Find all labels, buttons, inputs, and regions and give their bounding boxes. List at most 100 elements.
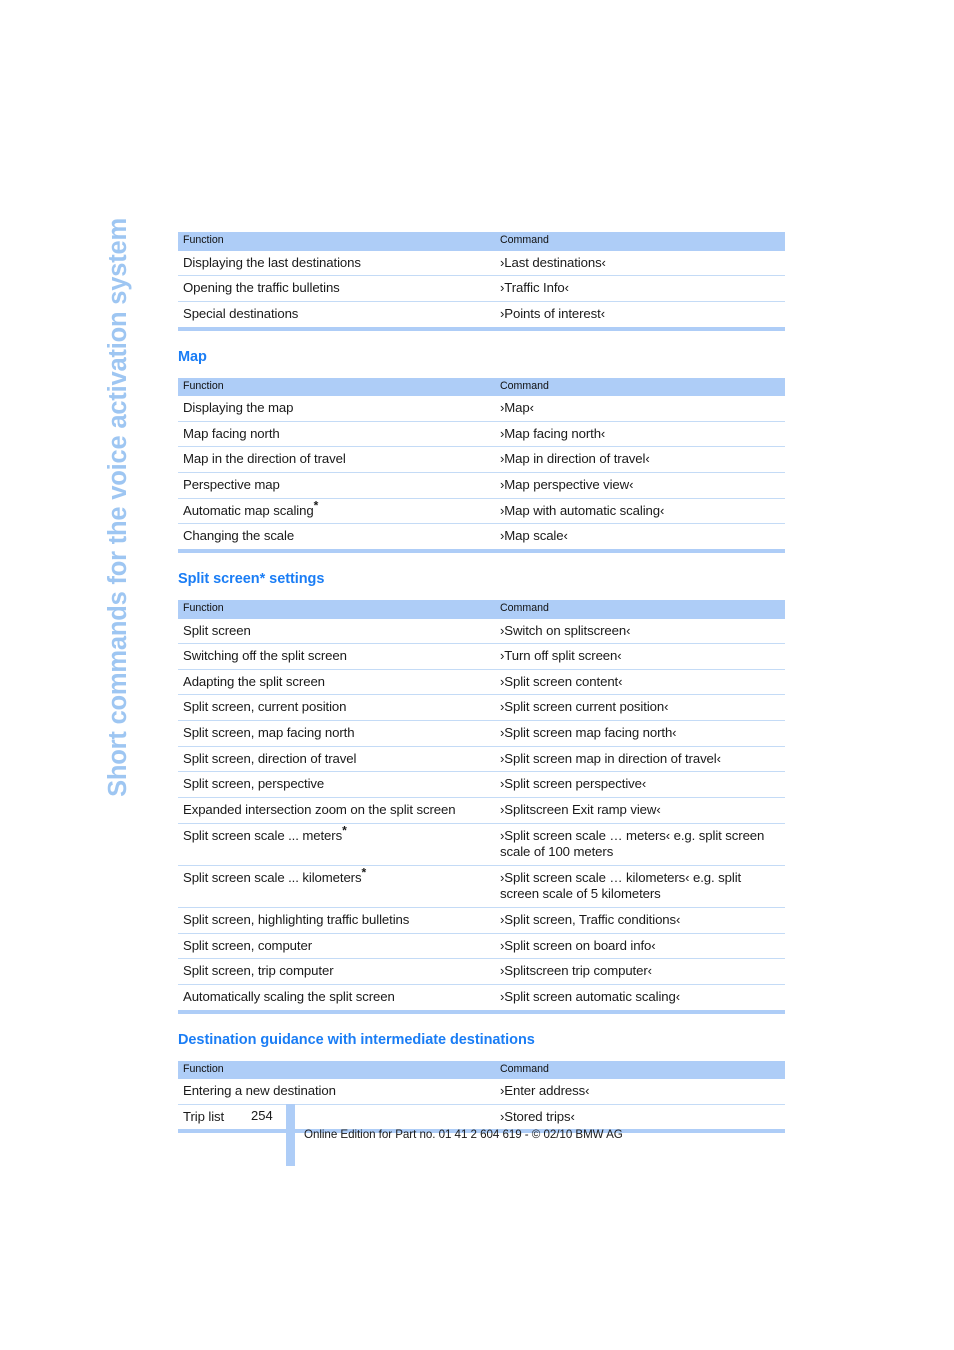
table-row: Special destinations ›Points of interest‹ bbox=[178, 300, 785, 327]
table-header-row: Function Command bbox=[178, 599, 785, 619]
function-text: Automatic map scaling bbox=[183, 502, 314, 518]
table-header-row: Function Command bbox=[178, 377, 785, 397]
cell-command: ›Traffic Info‹ bbox=[493, 275, 785, 302]
cell-function: Split screen bbox=[178, 619, 493, 644]
table-row: Split screen, computer ›Split screen on b… bbox=[178, 932, 785, 959]
table-row: Expanded intersection zoom on the split … bbox=[178, 796, 785, 824]
table-row: Automatically scaling the split screen ›S… bbox=[178, 983, 785, 1010]
chapter-tab: Short commands for the voice activation … bbox=[0, 0, 175, 960]
footer-edition-text: Online Edition for Part no. 01 41 2 604 … bbox=[304, 1128, 623, 1141]
section-heading-map-table: Map bbox=[178, 348, 207, 365]
table-row: Split screen scale ... kilometers* ›Split… bbox=[178, 864, 785, 908]
function-text: Split screen, computer bbox=[183, 937, 312, 953]
command-text: ›Split screen scale … meters‹ e.g. split… bbox=[500, 827, 765, 860]
table-row: Split screen, trip computer ›Splitscreen … bbox=[178, 958, 785, 985]
column-header-command: Command bbox=[493, 232, 785, 251]
table-row: Displaying the last destinations ›Last de… bbox=[178, 251, 785, 276]
cell-function: Automatically scaling the split screen bbox=[178, 983, 493, 1010]
command-text: ›Split screen, Traffic conditions‹ bbox=[500, 912, 681, 928]
table-row: Map in the direction of travel ›Map in di… bbox=[178, 446, 785, 473]
table-row: Split screen, direction of travel ›Split … bbox=[178, 745, 785, 772]
cell-command: ›Split screen perspective‹ bbox=[493, 771, 785, 798]
function-text: Changing the scale bbox=[183, 528, 295, 544]
destinations-table: Function Command Displaying the last desti… bbox=[178, 232, 785, 327]
command-text: ›Turn off split screen‹ bbox=[500, 648, 622, 664]
function-text: Opening the traffic bulletins bbox=[183, 280, 340, 296]
cell-function: Split screen scale ... meters* bbox=[178, 822, 493, 866]
cell-function: Opening the traffic bulletins bbox=[178, 275, 493, 302]
chapter-title: Short commands for the voice activation … bbox=[104, 218, 132, 797]
command-text: ›Split screen perspective‹ bbox=[500, 776, 647, 792]
command-text: ›Switch on splitscreen‹ bbox=[500, 622, 631, 638]
cell-command: ›Split screen content‹ bbox=[493, 668, 785, 695]
optional-equipment-asterisk: * bbox=[313, 498, 319, 513]
cell-command: ›Split screen scale … kilometers‹ e.g. s… bbox=[493, 864, 785, 908]
function-text: Split screen scale ... kilometers bbox=[183, 869, 362, 885]
table-row: Changing the scale ›Map scale‹ bbox=[178, 523, 785, 549]
table-row: Adapting the split screen ›Split screen c… bbox=[178, 668, 785, 695]
function-text: Split screen scale ... meters bbox=[183, 827, 343, 843]
cell-function: Split screen, computer bbox=[178, 932, 493, 959]
function-text: Map facing north bbox=[183, 425, 280, 441]
table-header-row: Function Command bbox=[178, 1060, 785, 1080]
optional-equipment-asterisk: * bbox=[361, 865, 367, 880]
command-text: ›Split screen content‹ bbox=[500, 673, 623, 689]
cell-function: Map in the direction of travel bbox=[178, 446, 493, 473]
function-text: Split screen, perspective bbox=[183, 776, 325, 792]
table-row: Split screen, perspective ›Split screen p… bbox=[178, 771, 785, 798]
cell-command: ›Map perspective view‹ bbox=[493, 472, 785, 499]
table-row: Map facing north ›Map facing north‹ bbox=[178, 420, 785, 447]
cell-function: Split screen, current position bbox=[178, 694, 493, 721]
command-text: ›Map with automatic scaling‹ bbox=[500, 502, 665, 518]
cell-function: Expanded intersection zoom on the split … bbox=[178, 796, 493, 824]
function-text: Entering a new destination bbox=[183, 1083, 336, 1099]
command-text: ›Traffic Info‹ bbox=[500, 280, 569, 296]
command-text: ›Split screen automatic scaling‹ bbox=[500, 988, 681, 1004]
command-text: ›Points of interest‹ bbox=[500, 305, 606, 321]
cell-command: ›Split screen, Traffic conditions‹ bbox=[493, 907, 785, 934]
cell-function: Special destinations bbox=[178, 300, 493, 327]
table-row: Entering a new destination ›Enter address… bbox=[178, 1079, 785, 1104]
cell-function: Adapting the split screen bbox=[178, 668, 493, 695]
function-text: Displaying the map bbox=[183, 400, 294, 416]
command-text: ›Map facing north‹ bbox=[500, 425, 606, 441]
function-text: Special destinations bbox=[183, 305, 299, 321]
command-text: ›Split screen map facing north‹ bbox=[500, 725, 677, 741]
cell-command: ›Switch on splitscreen‹ bbox=[493, 619, 785, 644]
cell-function: Map facing north bbox=[178, 420, 493, 447]
cell-command: ›Split screen automatic scaling‹ bbox=[493, 983, 785, 1010]
heading-text: Split screen bbox=[178, 570, 260, 587]
command-text: ›Map in direction of travel‹ bbox=[500, 451, 650, 467]
cell-command: ›Enter address‹ bbox=[493, 1079, 785, 1104]
page-number: 254 bbox=[251, 1108, 273, 1123]
column-header-command: Command bbox=[493, 1060, 785, 1080]
table-row: Split screen, highlighting traffic bulle… bbox=[178, 907, 785, 934]
function-text: Map in the direction of travel bbox=[183, 451, 346, 467]
cell-function: Perspective map bbox=[178, 472, 493, 499]
table-row: Perspective map ›Map perspective view‹ bbox=[178, 472, 785, 499]
command-text: ›Split screen current position‹ bbox=[500, 699, 669, 715]
command-text: ›Map scale‹ bbox=[500, 528, 568, 544]
cell-function: Split screen, direction of travel bbox=[178, 745, 493, 772]
table-row: Opening the traffic bulletins ›Traffic In… bbox=[178, 275, 785, 302]
cell-command: ›Map with automatic scaling‹ bbox=[493, 497, 785, 524]
table-row: Switching off the split screen ›Turn off … bbox=[178, 643, 785, 670]
cell-function: Split screen scale ... kilometers* bbox=[178, 864, 493, 908]
section-heading-intermediate-destinations-table: Destination guidance with intermediate d… bbox=[178, 1031, 535, 1048]
page-content: Function Command Displaying the last desti… bbox=[178, 232, 785, 1134]
cell-command: ›Split screen map facing north‹ bbox=[493, 720, 785, 747]
column-header-function: Function bbox=[178, 1060, 493, 1080]
map-table: Function Command Displaying the map ›Map‹ Ma… bbox=[178, 377, 785, 549]
command-text: ›Splitscreen trip computer‹ bbox=[500, 963, 652, 979]
cell-command: ›Last destinations‹ bbox=[493, 251, 785, 276]
function-text: Split screen, direction of travel bbox=[183, 750, 357, 766]
cell-command: ›Split screen scale … meters‹ e.g. split… bbox=[493, 822, 785, 866]
cell-function: Switching off the split screen bbox=[178, 643, 493, 670]
cell-function: Displaying the map bbox=[178, 396, 493, 421]
function-text: Adapting the split screen bbox=[183, 673, 325, 689]
